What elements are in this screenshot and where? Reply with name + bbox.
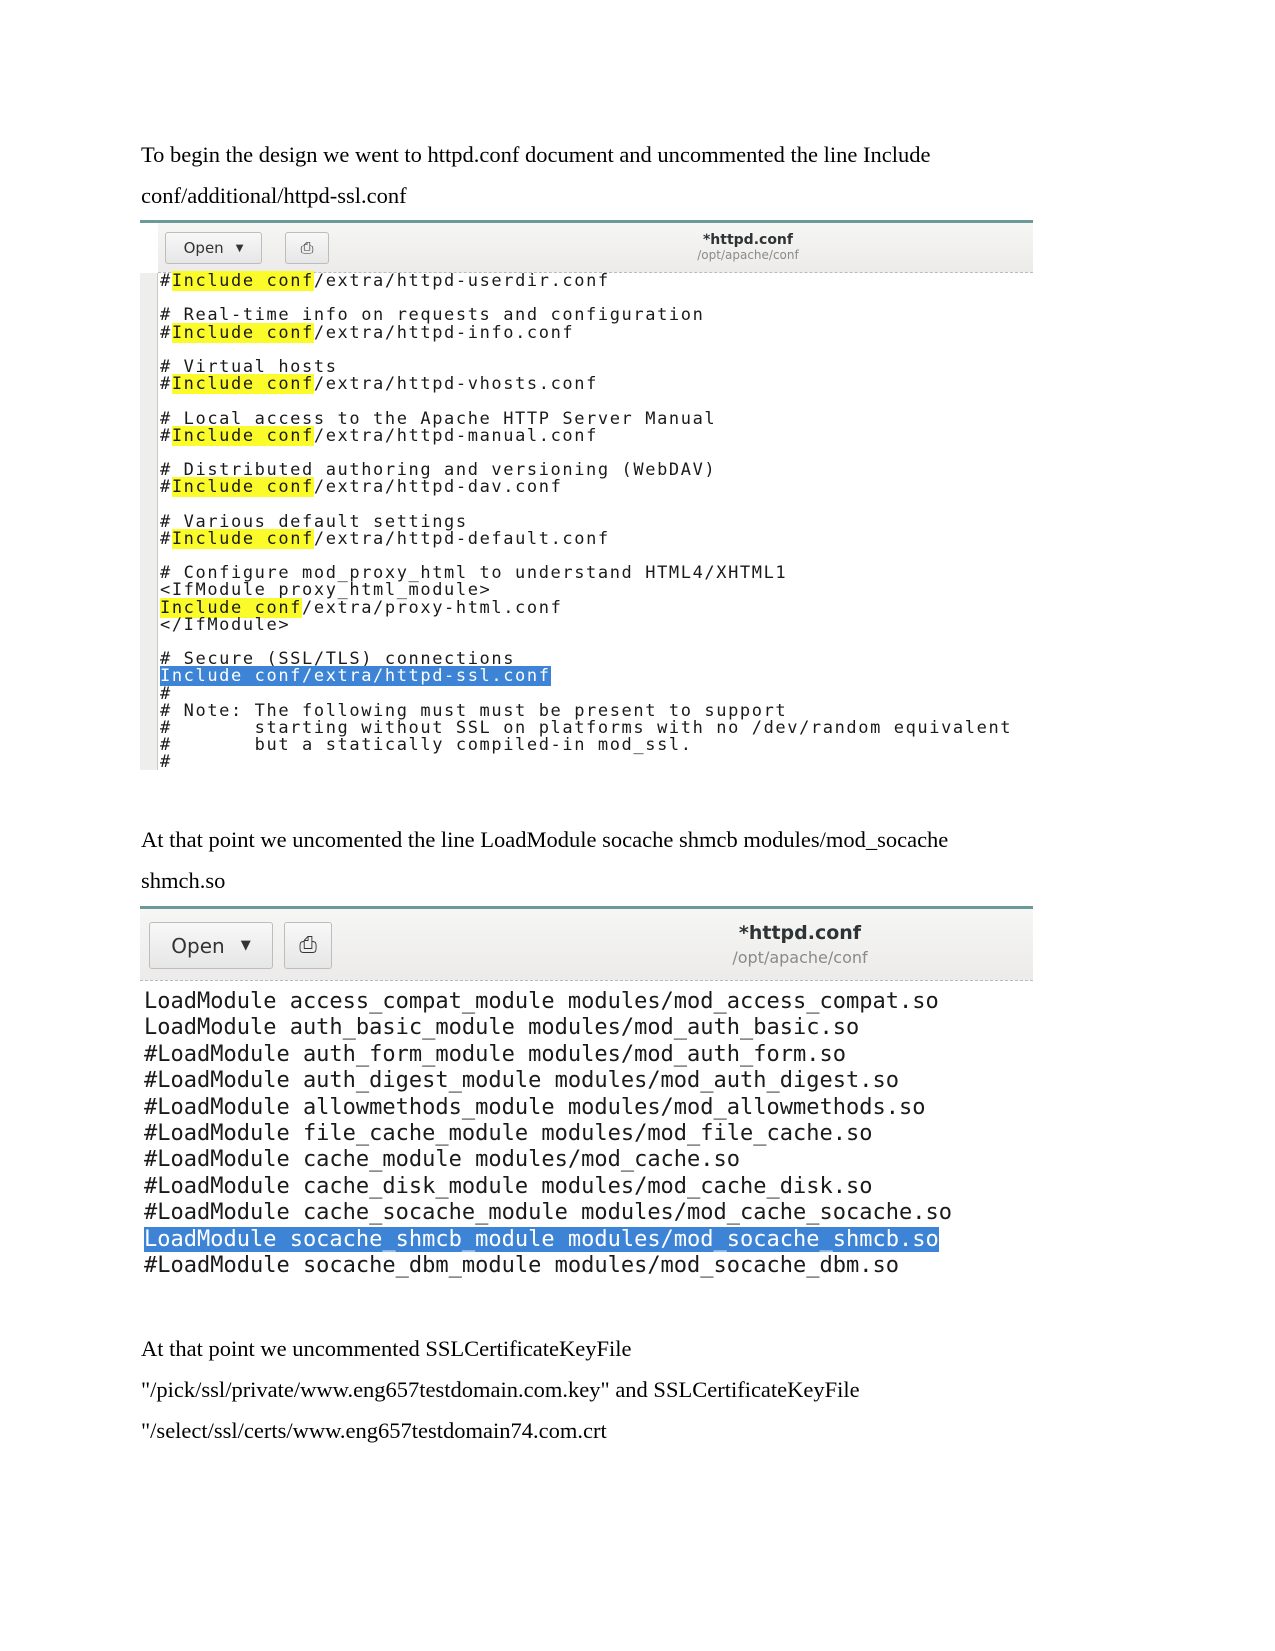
file-path: /opt/apache/conf	[697, 248, 799, 262]
highlighted-text: Include conf	[171, 322, 314, 343]
code-line: #LoadModule allowmethods_module modules/…	[144, 1095, 952, 1121]
code-text: #LoadModule cache_disk_module modules/mo…	[144, 1173, 873, 1199]
code-text: #LoadModule cache_module modules/mod_cac…	[144, 1147, 741, 1173]
code-text: #	[160, 528, 172, 549]
window-title: *httpd.conf /opt/apache/conf	[608, 232, 888, 262]
code-text: #LoadModule file_cache_module modules/mo…	[144, 1120, 873, 1146]
paragraph-sslcert: At that point we uncommented SSLCertific…	[141, 1336, 860, 1443]
code-line: #LoadModule cache_disk_module modules/mo…	[144, 1174, 952, 1200]
file-title: *httpd.conf	[738, 922, 862, 944]
save-document-icon: ⎙	[299, 933, 317, 958]
paragraph-intro: To begin the design we went to httpd.con…	[141, 142, 931, 208]
code-line: <IfModule proxy_html_module>	[160, 582, 1012, 599]
code-text: #	[160, 425, 172, 446]
code-text: #LoadModule cache_socache_module modules…	[144, 1200, 952, 1226]
paragraph-loadmodule: At that point we uncomented the line Loa…	[141, 827, 949, 893]
code-text: #	[160, 477, 172, 498]
code-text: /extra/httpd-manual.conf	[313, 425, 598, 446]
file-title: *httpd.conf	[702, 232, 793, 248]
chevron-down-icon: ▼	[240, 938, 251, 953]
open-button[interactable]: Open ▼	[165, 232, 262, 264]
highlighted-text: Include conf	[171, 528, 314, 549]
code-line: #Include conf/extra/httpd-vhosts.conf	[160, 374, 1012, 395]
code-line: #Include conf/extra/httpd-userdir.conf	[160, 271, 1012, 291]
code-line: #Include conf/extra/httpd-dav.conf	[160, 477, 1012, 498]
code-line: LoadModule socache_shmcb_module modules/…	[144, 1226, 952, 1253]
window-title: *httpd.conf /opt/apache/conf	[660, 922, 940, 967]
selected-text: LoadModule socache_shmcb_module modules/…	[144, 1226, 939, 1252]
file-path: /opt/apache/conf	[732, 948, 868, 967]
code-line: #LoadModule cache_socache_module modules…	[144, 1200, 952, 1226]
code-text: #	[160, 752, 172, 770]
open-label: Open	[171, 933, 225, 958]
code-line: #Include conf/extra/httpd-manual.conf	[160, 425, 1012, 446]
code-text: </IfModule>	[160, 614, 291, 635]
editor-screenshot-2: Open ▼ ⎙ *httpd.conf /opt/apache/conf Lo…	[140, 906, 1033, 1278]
code-text: #LoadModule auth_form_module modules/mod…	[144, 1041, 846, 1067]
code-line: #	[160, 754, 1012, 770]
code-text: LoadModule access_compat_module modules/…	[144, 989, 939, 1014]
code-text: #LoadModule allowmethods_module modules/…	[144, 1094, 926, 1120]
save-button[interactable]: ⎙	[284, 922, 332, 969]
code-area[interactable]: LoadModule access_compat_module modules/…	[144, 989, 952, 1278]
code-text: /extra/proxy-html.conf	[302, 597, 563, 618]
code-line: # but a statically compiled-in mod_ssl.	[160, 735, 1012, 756]
save-button[interactable]: ⎙	[285, 232, 329, 264]
code-line: #LoadModule file_cache_module modules/mo…	[144, 1121, 952, 1147]
background-window-edge	[140, 273, 158, 770]
code-line: Include conf/extra/httpd-ssl.conf	[160, 666, 1012, 687]
editor-screenshot-1: Open ▼ ⎙ *httpd.conf /opt/apache/conf #I…	[140, 220, 1033, 770]
highlighted-text: Include conf	[171, 425, 314, 446]
code-line: #LoadModule auth_digest_module modules/m…	[144, 1068, 952, 1094]
code-line: #LoadModule socache_dbm_module modules/m…	[144, 1253, 952, 1278]
code-line: LoadModule auth_basic_module modules/mod…	[144, 1015, 952, 1041]
code-area[interactable]: #Include conf/extra/httpd-userdir.conf # …	[160, 271, 1012, 770]
save-document-icon: ⎙	[300, 238, 314, 257]
code-text: /extra/httpd-info.conf	[313, 322, 575, 343]
code-line: LoadModule access_compat_module modules/…	[144, 989, 952, 1015]
selected-text: Include conf/extra/httpd-ssl.conf	[160, 666, 551, 687]
code-line: #Include conf/extra/httpd-default.conf	[160, 528, 1012, 549]
code-line: </IfModule>	[160, 614, 1012, 635]
code-text: /extra/httpd-vhosts.conf	[313, 374, 598, 395]
code-line: #LoadModule cache_module modules/mod_cac…	[144, 1147, 952, 1173]
highlighted-text: Include conf	[171, 374, 314, 395]
code-text: /extra/httpd-dav.conf	[313, 477, 563, 498]
code-text: /extra/httpd-userdir.conf	[313, 271, 610, 291]
code-text: /extra/httpd-default.conf	[313, 528, 610, 549]
code-text: #	[160, 271, 172, 291]
code-text: LoadModule auth_basic_module modules/mod…	[144, 1015, 860, 1041]
code-line: # Real-time info on requests and configu…	[160, 307, 1012, 324]
editor-header: Open ▼ ⎙ *httpd.conf /opt/apache/conf	[158, 223, 1033, 273]
open-label: Open	[183, 239, 224, 257]
code-text: #LoadModule socache_dbm_module modules/m…	[144, 1252, 899, 1278]
code-text: #	[160, 374, 172, 395]
highlighted-text: Include conf	[171, 477, 314, 498]
open-button[interactable]: Open ▼	[149, 922, 273, 969]
chevron-down-icon: ▼	[235, 242, 244, 254]
editor-header: Open ▼ ⎙ *httpd.conf /opt/apache/conf	[140, 909, 1033, 981]
code-text: # but a statically compiled-in mod_ssl.	[160, 735, 693, 756]
highlighted-text: Include conf	[171, 271, 314, 291]
code-line: #Include conf/extra/httpd-info.conf	[160, 322, 1012, 343]
code-text: #	[160, 322, 172, 343]
code-line: #LoadModule auth_form_module modules/mod…	[144, 1042, 952, 1068]
code-text: #LoadModule auth_digest_module modules/m…	[144, 1068, 899, 1094]
